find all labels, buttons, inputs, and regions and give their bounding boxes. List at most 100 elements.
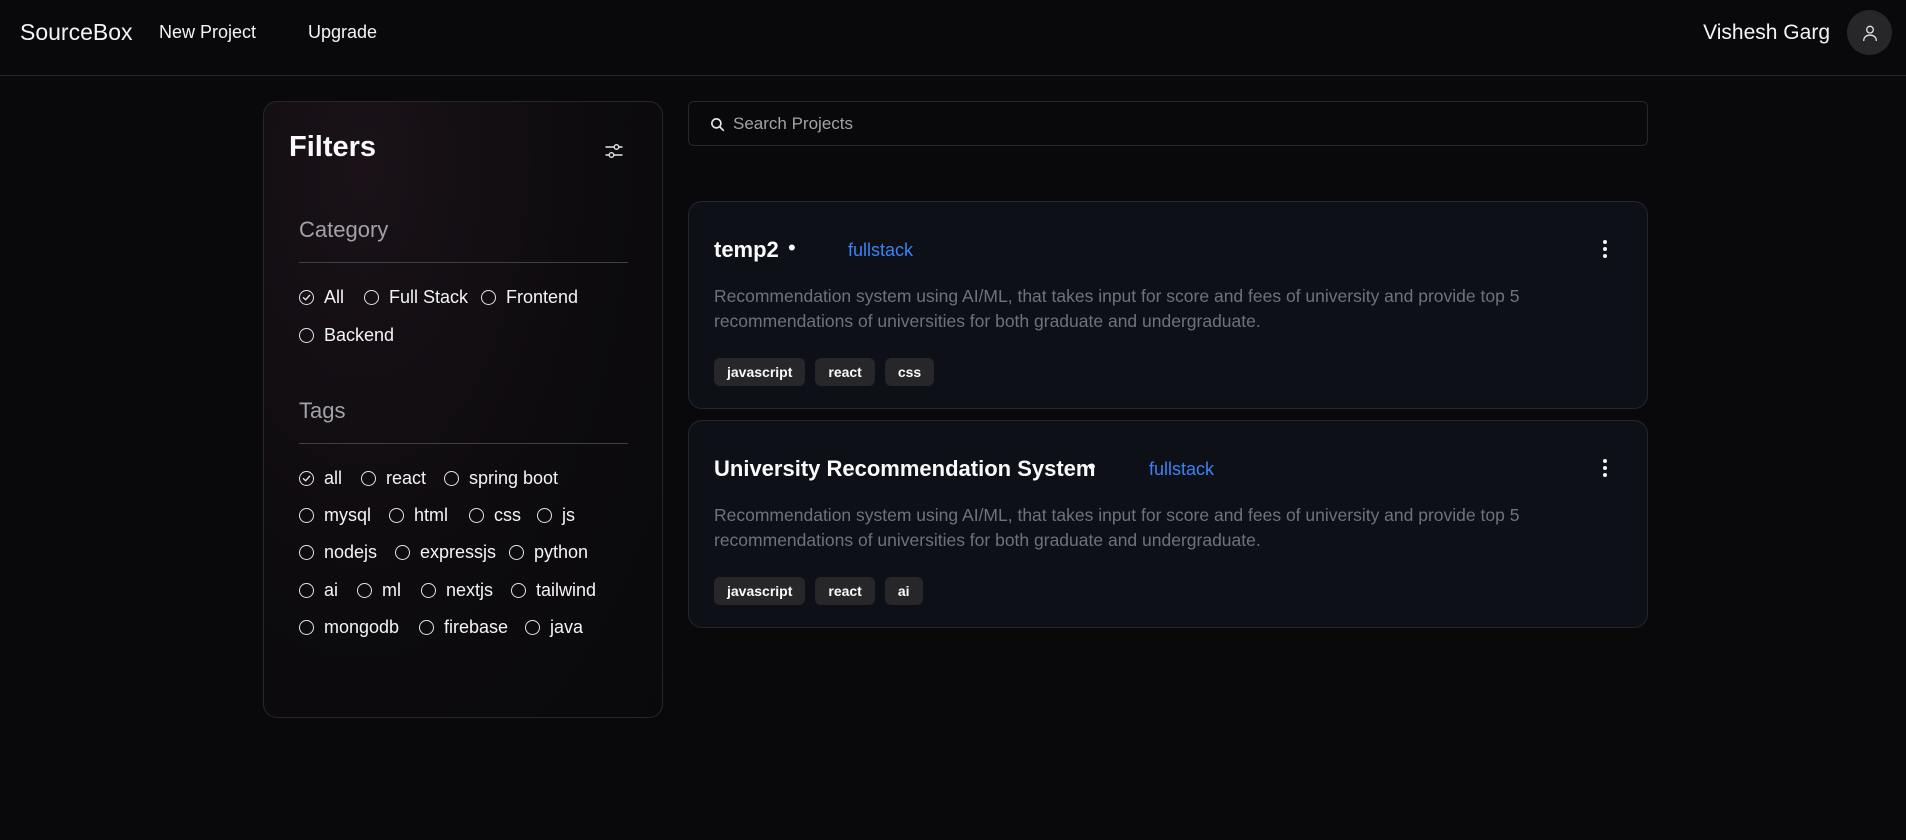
tag-option-label: expressjs bbox=[420, 542, 497, 562]
tag-option-label: java bbox=[550, 617, 584, 637]
radio-circle-icon[interactable] bbox=[419, 620, 434, 635]
category-section-title: Category bbox=[299, 217, 389, 242]
more-options-icon[interactable] bbox=[1601, 457, 1609, 479]
tag-chip[interactable]: javascript bbox=[714, 358, 806, 386]
tag-option-tailwind[interactable]: tailwind bbox=[511, 580, 596, 601]
tag-option-label: css bbox=[494, 505, 521, 525]
tag-option-html[interactable]: html bbox=[389, 505, 448, 526]
radio-circle-icon[interactable] bbox=[299, 620, 314, 635]
tag-option-label: nodejs bbox=[324, 542, 378, 562]
radio-circle-icon[interactable] bbox=[299, 583, 314, 598]
tag-option-label: ai bbox=[324, 580, 339, 600]
tag-chip[interactable]: react bbox=[815, 358, 875, 386]
filters-panel: Filters Category All Full Stack Frontend… bbox=[263, 101, 663, 718]
tag-chip[interactable]: javascript bbox=[714, 577, 806, 605]
tag-option-mongodb[interactable]: mongodb bbox=[299, 617, 399, 638]
project-tags: javascript react css bbox=[714, 358, 935, 386]
user-avatar-button[interactable] bbox=[1847, 10, 1892, 55]
project-title[interactable]: temp2 bbox=[714, 237, 779, 263]
radio-circle-icon[interactable] bbox=[469, 508, 484, 523]
radio-circle-icon[interactable] bbox=[299, 328, 314, 343]
brand-logo[interactable]: SourceBox bbox=[20, 19, 133, 46]
project-title[interactable]: University Recommendation System bbox=[714, 456, 1095, 482]
tag-option-firebase[interactable]: firebase bbox=[419, 617, 508, 638]
title-separator: • bbox=[1088, 454, 1096, 479]
tag-option-expressjs[interactable]: expressjs bbox=[395, 542, 496, 563]
tag-option-label: python bbox=[534, 542, 589, 562]
tag-option-ai[interactable]: ai bbox=[299, 580, 338, 601]
tag-chip[interactable]: css bbox=[884, 358, 935, 386]
top-navbar: SourceBox New Project Upgrade Vishesh Ga… bbox=[0, 0, 1906, 76]
project-description: Recommendation system using AI/ML, that … bbox=[714, 286, 1520, 331]
user-name[interactable]: Vishesh Garg bbox=[1703, 21, 1830, 45]
tag-option-python[interactable]: python bbox=[509, 542, 588, 563]
tag-option-label: ml bbox=[382, 580, 401, 600]
radio-circle-icon[interactable] bbox=[299, 545, 314, 560]
upgrade-link[interactable]: Upgrade bbox=[308, 22, 377, 43]
category-option-label: Frontend bbox=[506, 287, 579, 307]
radio-circle-icon[interactable] bbox=[537, 508, 552, 523]
category-option-label: All bbox=[324, 287, 345, 307]
user-icon bbox=[1862, 25, 1877, 41]
radio-circle-icon[interactable] bbox=[421, 583, 436, 598]
tag-option-label: react bbox=[386, 468, 427, 488]
radio-circle-icon[interactable] bbox=[481, 290, 496, 305]
tag-option-label: firebase bbox=[444, 617, 509, 637]
category-option-backend[interactable]: Backend bbox=[299, 325, 394, 346]
radio-circle-icon[interactable] bbox=[357, 583, 372, 598]
radio-circle-icon[interactable] bbox=[361, 471, 376, 486]
tag-option-label: html bbox=[414, 505, 449, 525]
tag-option-label: mongodb bbox=[324, 617, 400, 637]
tag-option-label: mysql bbox=[324, 505, 372, 525]
category-option-frontend[interactable]: Frontend bbox=[481, 287, 578, 308]
tag-option-label: tailwind bbox=[536, 580, 597, 600]
project-category-link[interactable]: fullstack bbox=[848, 240, 913, 261]
tag-option-nodejs[interactable]: nodejs bbox=[299, 542, 377, 563]
project-card[interactable]: University Recommendation System • fulls… bbox=[688, 420, 1648, 628]
tags-divider bbox=[299, 443, 628, 444]
tag-option-spring-boot[interactable]: spring boot bbox=[444, 468, 558, 489]
project-card[interactable]: temp2 • fullstack Recommendation system … bbox=[688, 201, 1648, 409]
tag-option-css[interactable]: css bbox=[469, 505, 521, 526]
search-icon bbox=[711, 118, 725, 132]
tag-option-js[interactable]: js bbox=[537, 505, 575, 526]
tag-option-mysql[interactable]: mysql bbox=[299, 505, 371, 526]
tag-chip[interactable]: ai bbox=[884, 577, 923, 605]
sliders-icon[interactable] bbox=[604, 141, 624, 161]
tag-option-nextjs[interactable]: nextjs bbox=[421, 580, 493, 601]
category-option-all[interactable]: All bbox=[299, 287, 344, 308]
radio-circle-icon[interactable] bbox=[525, 620, 540, 635]
tags-section-title: Tags bbox=[299, 398, 346, 423]
radio-circle-icon[interactable] bbox=[364, 290, 379, 305]
new-project-link[interactable]: New Project bbox=[159, 22, 256, 43]
project-tags: javascript react ai bbox=[714, 577, 923, 605]
radio-circle-icon[interactable] bbox=[509, 545, 524, 560]
category-option-label: Backend bbox=[324, 325, 395, 345]
tag-option-label: nextjs bbox=[446, 580, 494, 600]
category-option-label: Full Stack bbox=[389, 287, 469, 307]
search-bar bbox=[688, 101, 1648, 146]
radio-circle-icon[interactable] bbox=[299, 508, 314, 523]
project-category-link[interactable]: fullstack bbox=[1149, 459, 1214, 480]
search-input[interactable] bbox=[733, 110, 1613, 138]
tag-option-label: all bbox=[324, 468, 343, 488]
more-options-icon[interactable] bbox=[1601, 238, 1609, 260]
tag-option-react[interactable]: react bbox=[361, 468, 426, 489]
tag-option-all[interactable]: all bbox=[299, 468, 342, 489]
title-separator: • bbox=[788, 235, 796, 260]
radio-circle-icon[interactable] bbox=[511, 583, 526, 598]
radio-circle-icon[interactable] bbox=[444, 471, 459, 486]
check-circle-icon[interactable] bbox=[299, 471, 314, 486]
filters-title: Filters bbox=[289, 131, 377, 163]
tag-option-java[interactable]: java bbox=[525, 617, 583, 638]
check-circle-icon[interactable] bbox=[299, 290, 314, 305]
tag-chip[interactable]: react bbox=[815, 577, 875, 605]
tag-option-ml[interactable]: ml bbox=[357, 580, 401, 601]
tag-option-label: js bbox=[562, 505, 575, 525]
project-description: Recommendation system using AI/ML, that … bbox=[714, 505, 1520, 550]
category-divider bbox=[299, 262, 628, 263]
category-option-full-stack[interactable]: Full Stack bbox=[364, 287, 468, 308]
tag-option-label: spring boot bbox=[469, 468, 559, 488]
radio-circle-icon[interactable] bbox=[395, 545, 410, 560]
radio-circle-icon[interactable] bbox=[389, 508, 404, 523]
